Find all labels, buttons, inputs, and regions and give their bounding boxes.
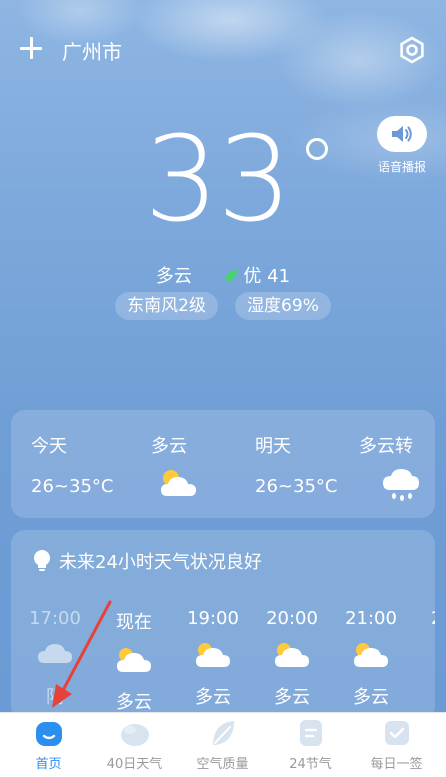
nav-daily-sign[interactable]: 每日一签 xyxy=(352,713,441,777)
nav-air-quality[interactable]: 空气质量 xyxy=(178,713,267,777)
nav-40-day[interactable]: 40日天气 xyxy=(90,713,179,777)
weather-tip: 未来24小时天气状况良好 xyxy=(33,548,262,574)
leaf-icon xyxy=(212,721,234,745)
hour-item[interactable]: 17:00 阴 xyxy=(15,608,95,709)
aqi-badge[interactable]: 优 41 xyxy=(223,266,290,287)
hour-condition: 多云 xyxy=(274,687,310,708)
gear-icon xyxy=(400,36,424,64)
day-name: 今天 xyxy=(31,436,67,457)
tomorrow-forecast[interactable]: 明天 多云转 26~35°C xyxy=(255,410,435,518)
hour-item[interactable]: 现在 多云 xyxy=(94,608,174,714)
hour-time: 20:00 xyxy=(266,608,318,629)
hourly-forecast-card[interactable]: 未来24小时天气状况良好 17:00 阴 现在 多云 19:00 多云 20:0… xyxy=(11,530,435,720)
day-condition: 多云 xyxy=(151,436,187,457)
day-name: 明天 xyxy=(255,436,291,457)
hour-condition: 阴 xyxy=(46,687,64,708)
degree-symbol xyxy=(306,138,328,160)
detail-pills: 东南风2级 湿度69% xyxy=(0,292,446,320)
current-condition: 多云 xyxy=(155,266,192,287)
temperature-range: 26~35°C xyxy=(255,476,338,497)
rain-cloud-icon xyxy=(383,469,419,501)
bottom-navigation: 首页 40日天气 空气质量 24节气 每日一签 xyxy=(0,712,446,777)
weather-tip-text: 未来24小时天气状况良好 xyxy=(59,552,262,573)
wind-pill: 东南风2级 xyxy=(115,292,218,320)
settings-button[interactable] xyxy=(398,36,426,64)
cloudy-sun-icon xyxy=(196,643,230,667)
voice-broadcast-button[interactable] xyxy=(377,116,427,152)
daily-forecast-card[interactable]: 今天 多云 26~35°C 明天 多云转 26~35°C xyxy=(11,410,435,518)
aqi-value: 优 41 xyxy=(243,266,291,287)
hour-condition: 多云 xyxy=(195,687,231,708)
humidity-pill: 湿度69% xyxy=(235,292,331,320)
hour-time: 2 xyxy=(431,608,435,629)
cloudy-sun-icon xyxy=(354,643,388,667)
nav-label: 每日一签 xyxy=(370,757,423,772)
nav-solar-terms[interactable]: 24节气 xyxy=(266,713,355,777)
temperature-range: 26~35°C xyxy=(31,476,114,497)
current-condition-line: 多云 优 41 xyxy=(0,262,446,288)
hour-condition: 多云 xyxy=(353,687,389,708)
city-name[interactable]: 广州市 xyxy=(62,36,122,65)
bulb-icon xyxy=(34,550,50,571)
hourly-scroller[interactable]: 17:00 阴 现在 多云 19:00 多云 20:00 多云 21:00 多云 xyxy=(11,608,435,720)
overcast-icon xyxy=(38,644,72,663)
add-city-button[interactable] xyxy=(20,36,46,62)
cloudy-sun-icon xyxy=(161,470,196,496)
top-bar: 广州市 xyxy=(0,30,446,70)
today-forecast[interactable]: 今天 多云 26~35°C xyxy=(31,410,221,518)
hour-item[interactable]: 20:00 多云 xyxy=(252,608,332,709)
daily-sign-icon xyxy=(384,721,409,745)
nav-label: 空气质量 xyxy=(196,757,249,772)
voice-broadcast-label: 语音播报 xyxy=(377,160,426,174)
voice-broadcast[interactable]: 语音播报 xyxy=(372,116,432,175)
hour-time: 现在 xyxy=(116,612,152,633)
current-temperature: 33 xyxy=(144,110,292,248)
home-icon xyxy=(35,722,62,746)
nav-label: 24节气 xyxy=(289,757,332,772)
nav-label: 40日天气 xyxy=(106,757,163,772)
speaker-icon xyxy=(392,126,412,142)
hour-item[interactable]: 2 xyxy=(399,608,435,629)
solar-term-icon xyxy=(299,720,322,746)
hour-time: 17:00 xyxy=(29,608,81,629)
cloudy-sun-icon xyxy=(117,648,151,672)
leaf-icon xyxy=(225,270,238,282)
nav-label: 首页 xyxy=(35,757,62,772)
forty-day-icon xyxy=(120,724,149,746)
day-condition: 多云转 xyxy=(359,436,413,457)
cloudy-sun-icon xyxy=(275,643,309,667)
nav-home[interactable]: 首页 xyxy=(4,713,93,777)
hour-time: 19:00 xyxy=(187,608,239,629)
hour-condition: 多云 xyxy=(116,692,152,713)
hour-item[interactable]: 19:00 多云 xyxy=(173,608,253,709)
